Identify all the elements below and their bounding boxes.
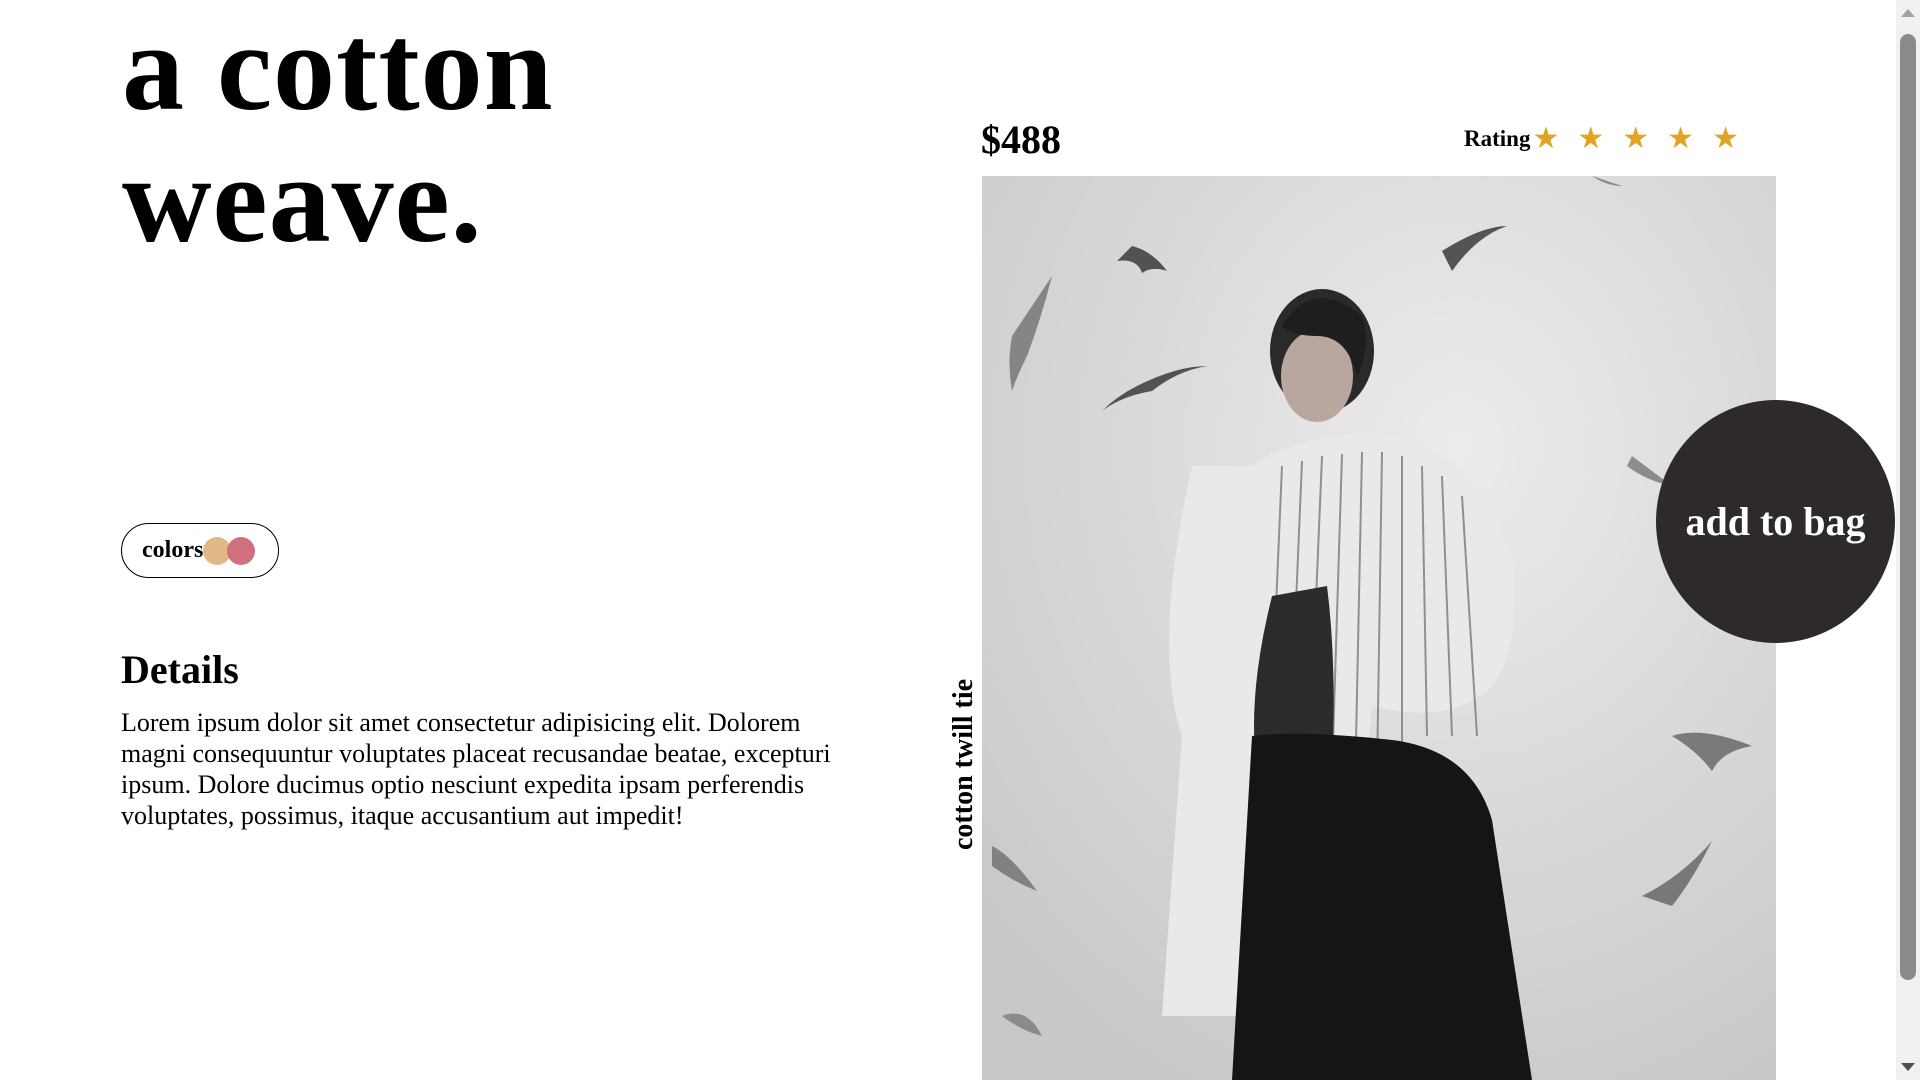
photo-model-with-birds-icon (982, 176, 1776, 1080)
colors-label: colors (142, 537, 204, 563)
star-icon[interactable]: ★ (1577, 124, 1604, 154)
color-swatch-rose[interactable] (227, 536, 256, 565)
product-page: a cotton weave. colors Details Lorem ips… (0, 0, 1920, 1080)
details-title: Details (121, 647, 239, 692)
hero-headline: a cotton weave. (122, 2, 554, 266)
scroll-up-icon[interactable] (1901, 9, 1915, 17)
scrollbar[interactable] (1896, 0, 1920, 1080)
scroll-thumb[interactable] (1900, 34, 1916, 980)
hero-line-1: a cotton (122, 0, 554, 136)
product-price: $488 (981, 117, 1061, 162)
details-text: Lorem ipsum dolor sit amet consectetur a… (121, 708, 831, 830)
rating-label: Rating (1464, 126, 1531, 151)
product-photo (982, 176, 1776, 1080)
product-name: cotton twill tie (948, 678, 979, 850)
star-icon[interactable]: ★ (1667, 124, 1694, 154)
rating: Rating ★ ★ ★ ★ ★ (1464, 124, 1739, 154)
star-icon[interactable]: ★ (1622, 124, 1649, 154)
scroll-down-icon[interactable] (1901, 1063, 1915, 1071)
hero-line-2: weave. (122, 131, 483, 268)
add-to-bag-button[interactable]: add to bag (1656, 400, 1895, 643)
star-icon[interactable]: ★ (1532, 124, 1559, 154)
colors-selector: colors (121, 523, 279, 578)
star-icon[interactable]: ★ (1712, 124, 1739, 154)
